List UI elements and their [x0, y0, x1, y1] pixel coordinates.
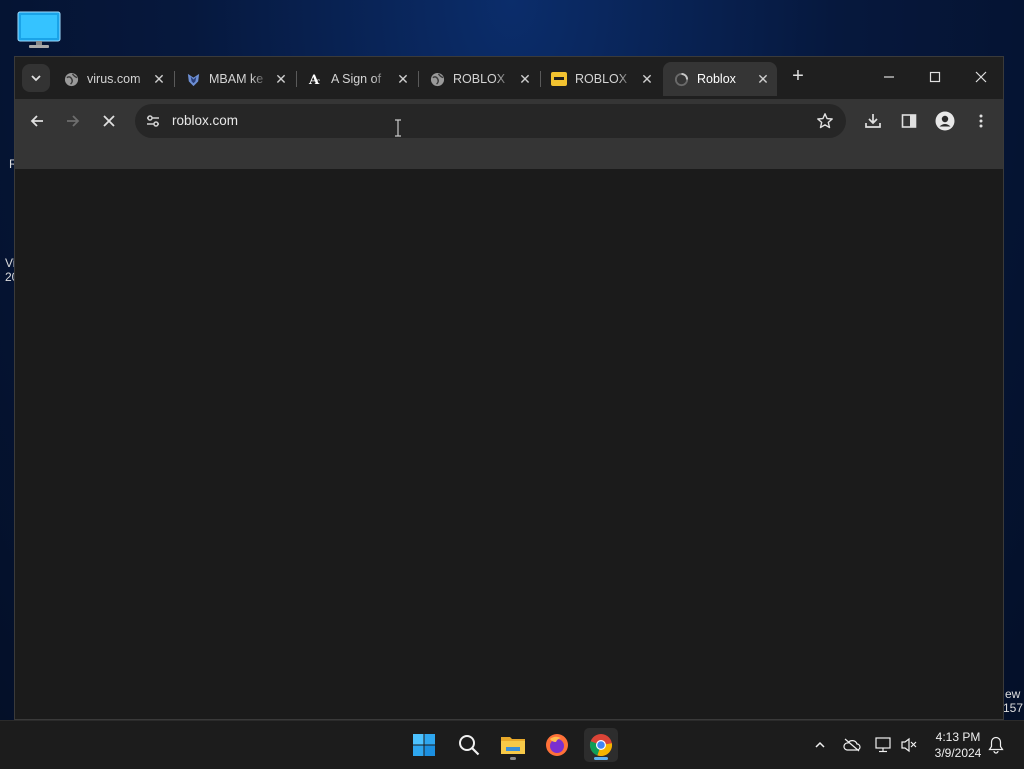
yellow-tab-icon: [551, 71, 567, 87]
stop-loading-button[interactable]: [97, 109, 121, 133]
profile-icon: [935, 111, 955, 131]
tab-roblox-active[interactable]: Roblox ✕: [663, 62, 777, 96]
chrome-icon: [589, 734, 613, 757]
profile-button[interactable]: [933, 109, 957, 133]
side-panel-button[interactable]: [897, 109, 921, 133]
minimize-icon: [884, 76, 894, 78]
file-explorer-icon: [501, 737, 525, 754]
malwarebytes-icon: [185, 71, 201, 87]
tab-sign[interactable]: Ar A Sign of ✕: [297, 62, 417, 96]
tab-roblox-2[interactable]: ROBLOX ✕: [541, 62, 661, 96]
tab-search-button[interactable]: [22, 64, 50, 92]
this-pc-icon[interactable]: [17, 11, 61, 49]
address-bar[interactable]: roblox.com: [135, 104, 846, 138]
svg-text:r: r: [315, 76, 320, 86]
tab-title: MBAM ke: [209, 72, 264, 86]
firefox-button[interactable]: [540, 728, 574, 762]
text-cursor-icon: [395, 119, 401, 137]
tab-strip: virus.com ✕ MBAM ke ✕ Ar A Sign of ✕ ROB…: [15, 57, 1003, 99]
maximize-icon: [929, 71, 941, 83]
browser-toolbar: roblox.com: [15, 99, 1003, 143]
side-panel-icon: [901, 114, 917, 128]
globe-icon: [63, 71, 79, 87]
clock-date: 3/9/2024: [934, 746, 982, 760]
close-icon: [975, 71, 987, 83]
maximize-button[interactable]: [917, 65, 953, 89]
notifications-button[interactable]: [986, 735, 1006, 755]
search-button[interactable]: [452, 728, 486, 762]
loading-icon: [673, 71, 689, 87]
running-indicator: [510, 757, 516, 760]
clock-time: 4:13 PM: [935, 730, 981, 744]
more-vertical-icon: [979, 114, 983, 128]
bell-icon: [988, 736, 1004, 754]
start-button[interactable]: [407, 728, 441, 762]
search-icon: [459, 735, 480, 756]
close-icon[interactable]: ✕: [151, 71, 167, 87]
back-button[interactable]: [25, 109, 49, 133]
downloads-button[interactable]: [861, 109, 885, 133]
download-icon: [865, 114, 881, 128]
desktop-label-fragment: 157: [1003, 701, 1024, 715]
chevron-down-icon: [31, 75, 41, 82]
menu-button[interactable]: [969, 109, 993, 133]
page-content[interactable]: [15, 169, 1003, 719]
desktop-label-fragment: ew: [1005, 687, 1021, 701]
tab-title: Roblox: [697, 72, 736, 86]
volume-muted-icon: [901, 737, 917, 753]
onedrive-button[interactable]: [842, 735, 862, 755]
close-icon: [103, 115, 115, 127]
close-icon[interactable]: ✕: [517, 71, 533, 87]
cloud-offline-icon: [843, 738, 861, 752]
globe-icon: [429, 71, 445, 87]
network-button[interactable]: [874, 735, 894, 755]
close-icon[interactable]: ✕: [273, 71, 289, 87]
tab-title: virus.com: [87, 72, 141, 86]
close-icon[interactable]: ✕: [639, 71, 655, 87]
new-tab-button[interactable]: +: [789, 66, 807, 87]
network-icon: [875, 737, 891, 753]
tab-mbam[interactable]: MBAM ke ✕: [175, 62, 295, 96]
close-icon[interactable]: ✕: [395, 71, 411, 87]
tab-title: ROBLOX: [575, 72, 628, 86]
arrow-left-icon: [30, 115, 43, 127]
bookmarks-bar: [15, 143, 1003, 170]
chevron-up-icon: [815, 741, 825, 748]
browser-window: virus.com ✕ MBAM ke ✕ Ar A Sign of ✕ ROB…: [14, 56, 1004, 720]
volume-button[interactable]: [900, 735, 920, 755]
taskbar: 4:13 PM 3/9/2024: [0, 720, 1024, 769]
firefox-icon: [546, 734, 568, 756]
tab-virus[interactable]: virus.com ✕: [53, 62, 173, 96]
clock[interactable]: 4:13 PM 3/9/2024: [928, 729, 988, 761]
close-window-button[interactable]: [963, 65, 999, 89]
tab-title: ROBLOX: [453, 72, 506, 86]
start-icon: [413, 734, 435, 756]
minimize-button[interactable]: [871, 65, 907, 89]
close-icon[interactable]: ✕: [755, 71, 771, 87]
tab-title: A Sign of: [331, 72, 382, 86]
star-icon[interactable]: [816, 112, 834, 130]
file-explorer-button[interactable]: [496, 728, 530, 762]
tab-roblox-1[interactable]: ROBLOX ✕: [419, 62, 539, 96]
forward-button[interactable]: [61, 109, 85, 133]
url-text[interactable]: roblox.com: [172, 113, 238, 128]
show-hidden-icons-button[interactable]: [810, 735, 830, 755]
chrome-button[interactable]: [584, 728, 618, 762]
arrow-right-icon: [67, 115, 80, 127]
site-settings-icon[interactable]: [145, 113, 161, 129]
active-indicator: [594, 757, 608, 760]
typeface-icon: Ar: [307, 71, 323, 87]
